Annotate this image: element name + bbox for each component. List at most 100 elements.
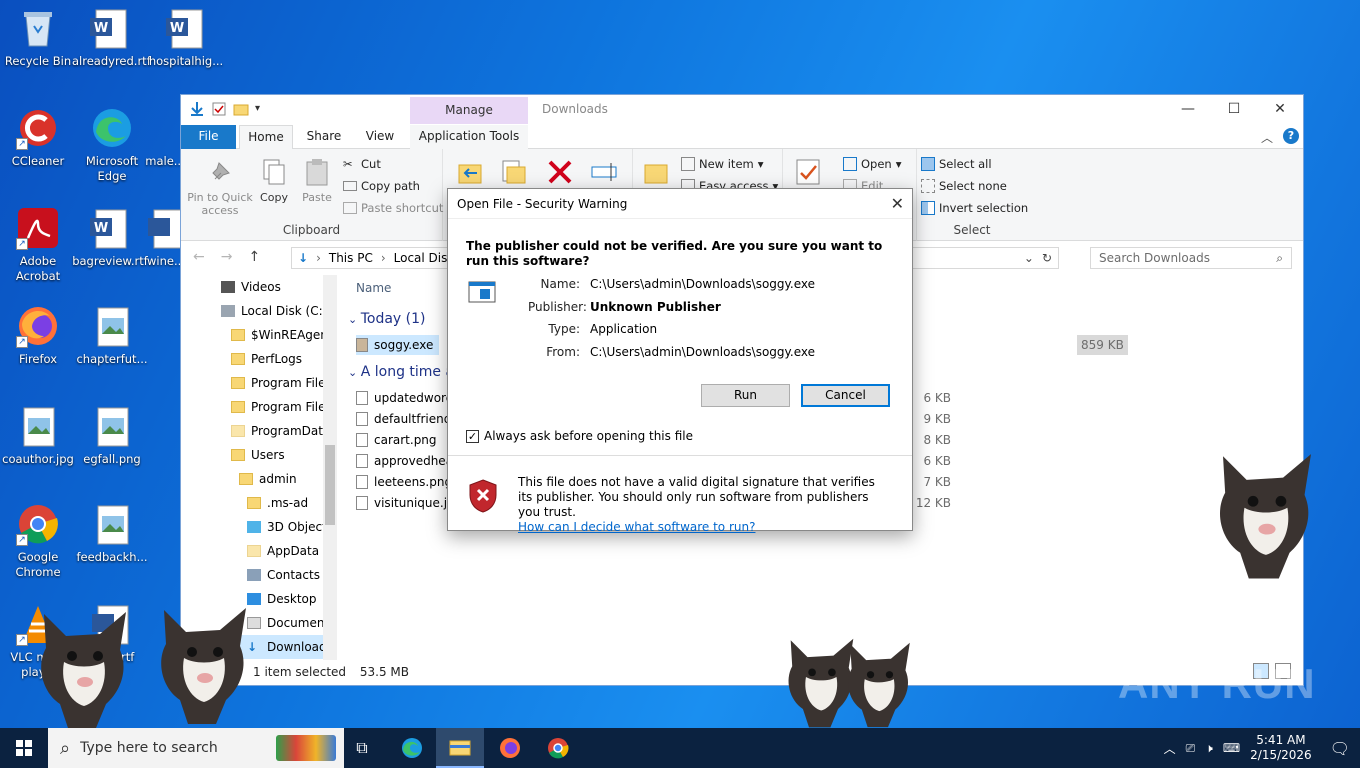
taskbar-file-explorer[interactable] (436, 728, 484, 768)
new-folder-icon[interactable] (233, 101, 249, 117)
task-view-button[interactable]: ⧉ (338, 728, 386, 768)
open-button[interactable]: Open ▾ (843, 157, 902, 171)
collapse-ribbon-icon[interactable]: ︿ (1261, 129, 1273, 146)
customize-toolbar-icon[interactable]: ▾ (255, 101, 271, 117)
nav-item-perflogs[interactable]: PerfLogs (181, 347, 337, 371)
tab-view[interactable]: View (355, 125, 405, 149)
properties-button[interactable] (791, 157, 825, 191)
taskbar-edge[interactable] (388, 728, 436, 768)
address-dropdown-icon[interactable]: ⌄ (1024, 251, 1034, 265)
show-hidden-icons-icon[interactable]: ︿ (1164, 740, 1176, 757)
desktop-icon-feedbackh[interactable]: feedbackh... (74, 502, 150, 565)
nav-item-users[interactable]: Users (181, 443, 337, 467)
manage-contextual-tab[interactable]: Manage (410, 97, 528, 124)
chrome-icon (548, 738, 569, 759)
nav-item-program-files[interactable]: Program Files (181, 371, 337, 395)
dialog-divider (448, 455, 912, 456)
start-button[interactable] (0, 728, 48, 768)
move-to-button[interactable] (453, 157, 487, 191)
tab-application-tools[interactable]: Application Tools (410, 125, 528, 149)
up-arrow-icon[interactable]: ↑ (248, 249, 260, 265)
nav-item-program-files-x86[interactable]: Program Files (181, 395, 337, 419)
download-arrow-icon[interactable] (189, 101, 205, 117)
input-indicator-icon[interactable]: ⌨ (1223, 741, 1240, 755)
clock[interactable]: 5:41 AM 2/15/2026 (1250, 733, 1312, 763)
cut-button[interactable]: ✂ Cut (343, 157, 381, 171)
desktop-icon-coauthor[interactable]: coauthor.jpg (0, 404, 76, 467)
nav-item-appdata[interactable]: AppData (181, 539, 337, 563)
taskbar-search-box[interactable]: ⌕ Type here to search (48, 728, 344, 768)
copy-button[interactable]: Copy (257, 157, 291, 204)
refresh-icon[interactable]: ↻ (1042, 251, 1058, 265)
breadcrumb-this-pc[interactable]: This PC (329, 251, 373, 265)
nav-item-videos[interactable]: Videos (181, 275, 337, 299)
windows-logo-icon (16, 740, 32, 756)
taskbar-firefox[interactable] (486, 728, 534, 768)
paste-button[interactable]: Paste (299, 157, 335, 204)
always-ask-checkbox[interactable]: ✓ Always ask before opening this file (466, 429, 693, 443)
desktop-icon-bagreview[interactable]: W bagreview.rtf (72, 206, 148, 269)
edge-icon (90, 106, 134, 150)
desktop-icon-egfall[interactable]: egfall.png (74, 404, 150, 467)
desktop-icon-chapterfut[interactable]: chapterfut... (74, 304, 150, 367)
shortcut-arrow-icon: ↗ (16, 138, 28, 150)
file-size: 8 KB (923, 433, 951, 447)
invert-selection-button[interactable]: Invert selection (921, 201, 1028, 215)
tab-home[interactable]: Home (239, 125, 293, 149)
help-link[interactable]: How can I decide what software to run? (518, 520, 888, 535)
delete-button[interactable] (543, 157, 577, 191)
help-icon[interactable]: ? (1283, 128, 1299, 144)
volume-icon[interactable]: 🕨 (1205, 741, 1213, 756)
forward-arrow-icon[interactable]: → (221, 249, 233, 265)
properties-icon[interactable] (211, 101, 227, 117)
maximize-icon[interactable]: ☐ (1211, 95, 1257, 123)
copy-path-button[interactable]: Copy path (343, 179, 420, 193)
file-row[interactable]: leeteens.png (356, 472, 452, 492)
nav-item-ms-ad[interactable]: .ms-ad (181, 491, 337, 515)
cat-image (41, 612, 126, 728)
column-header-name[interactable]: Name (356, 281, 391, 295)
back-arrow-icon[interactable]: ← (193, 249, 205, 265)
tab-share[interactable]: Share (299, 125, 349, 149)
desktop-icon-alreadyred[interactable]: W alreadyred.rtf (72, 6, 151, 69)
new-item-button[interactable]: New item ▾ (681, 157, 764, 171)
taskbar-chrome[interactable] (534, 728, 582, 768)
nav-item-local-disk[interactable]: Local Disk (C:) (181, 299, 337, 323)
paste-shortcut-button[interactable]: Paste shortcut (343, 201, 443, 215)
run-button[interactable]: Run (701, 384, 790, 407)
copy-to-button[interactable] (495, 157, 529, 191)
image-file-icon (356, 496, 368, 510)
close-icon[interactable]: ✕ (1257, 95, 1303, 123)
desktop-icon-edge[interactable]: Microsoft Edge (74, 106, 150, 184)
nav-item-contacts[interactable]: Contacts (181, 563, 337, 587)
select-all-button[interactable]: Select all (921, 157, 992, 171)
svg-text:W: W (94, 21, 108, 36)
desktop-icon-recycle-bin[interactable]: Recycle Bin (0, 6, 76, 69)
nav-item-programdata[interactable]: ProgramData (181, 419, 337, 443)
new-folder-button[interactable] (639, 157, 673, 191)
nav-item-3d-objects[interactable]: 3D Objects (181, 515, 337, 539)
group-header-today[interactable]: ⌄ Today (1) (348, 311, 426, 327)
file-row[interactable]: carart.png (356, 430, 437, 450)
pin-quick-access-button[interactable]: Pin to Quick access (187, 157, 253, 217)
desktop-icon-ccleaner[interactable]: ↗ CCleaner (0, 106, 76, 169)
cancel-button[interactable]: Cancel (801, 384, 890, 407)
network-icon[interactable]: ⎚ (1186, 741, 1196, 756)
tab-file[interactable]: File (181, 125, 236, 149)
search-input[interactable]: Search Downloads ⌕ (1090, 247, 1292, 269)
navigation-scrollbar[interactable] (323, 275, 337, 660)
select-none-button[interactable]: Select none (921, 179, 1007, 193)
scrollbar-thumb[interactable] (325, 445, 335, 525)
nav-item-winreagent[interactable]: $WinREAgent (181, 323, 337, 347)
desktop-icon-chrome[interactable]: ↗ Google Chrome (0, 502, 76, 580)
file-row-soggy[interactable]: soggy.exe (356, 335, 440, 355)
minimize-icon[interactable]: — (1165, 95, 1211, 123)
desktop-icon-acrobat[interactable]: ↗ Adobe Acrobat (0, 206, 76, 284)
desktop-icon-hospitalhig[interactable]: W hospitalhig... (148, 6, 224, 69)
drive-icon (221, 305, 235, 317)
rename-button[interactable] (587, 157, 621, 191)
close-icon[interactable]: ✕ (891, 189, 904, 219)
desktop-icon-firefox[interactable]: ↗ Firefox (0, 304, 76, 367)
notifications-icon[interactable]: 🗨 (1330, 739, 1350, 758)
nav-item-admin[interactable]: admin (181, 467, 337, 491)
